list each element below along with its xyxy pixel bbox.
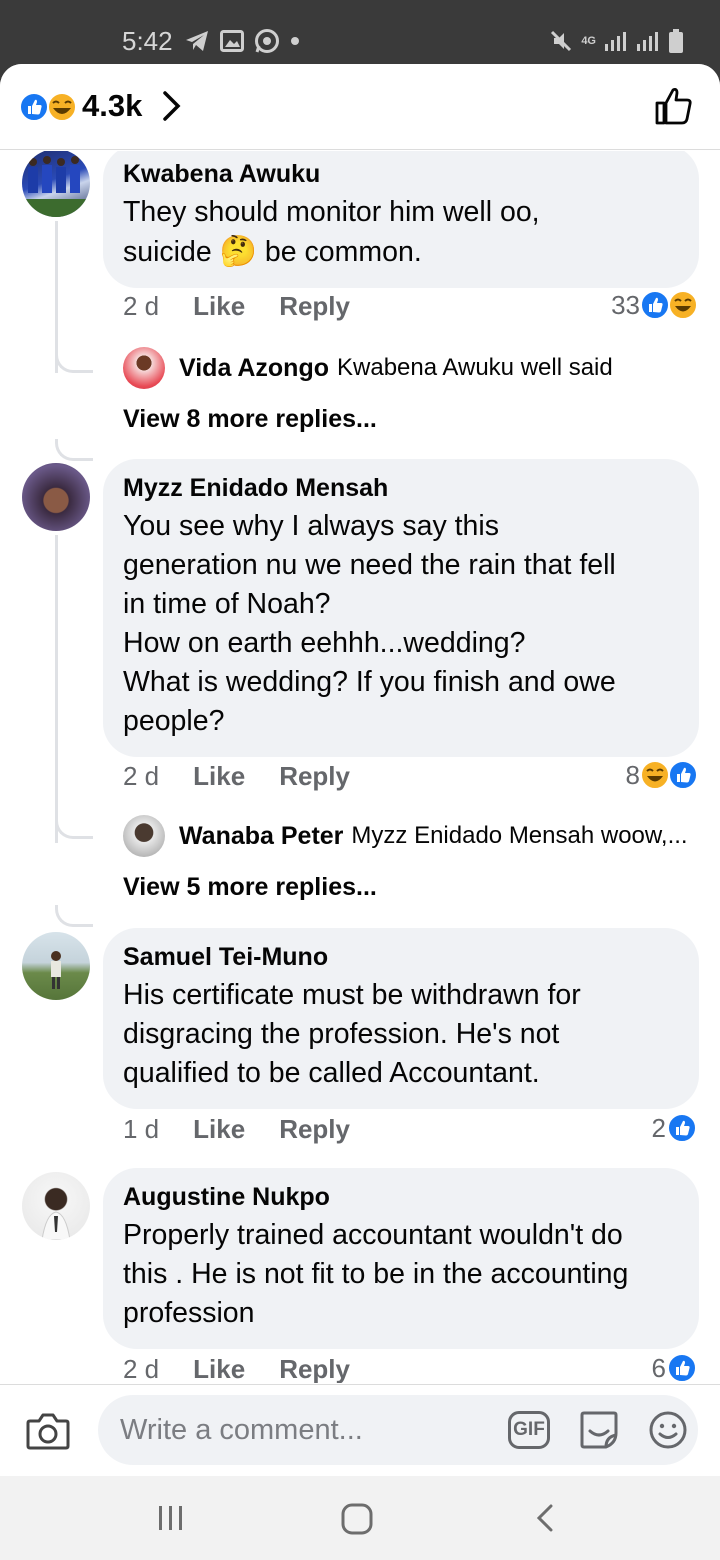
thread-connector [55,351,93,373]
comment-time: 2 d [123,291,160,321]
back-icon[interactable] [534,1502,556,1534]
comment-bubble[interactable]: Samuel Tei-Muno His certificate must be … [103,928,699,1109]
like-button[interactable]: Like [193,291,245,322]
like-haha-reaction-icons [640,290,698,320]
reply-preview[interactable]: Wanaba Peter Myzz Enidado Mensah woow,..… [123,815,688,857]
whatsapp-icon [255,29,279,53]
like-outline-icon[interactable] [654,86,694,126]
reply-button[interactable]: Reply [279,761,350,792]
avatar[interactable] [22,932,90,1000]
notification-dot-icon [291,37,299,45]
thread-connector [55,439,93,461]
comment-composer: GIF [0,1384,720,1476]
like-reaction-icon [667,1113,697,1143]
comment-text: Properly trained accountant wouldn't do … [123,1219,629,1329]
recent-apps-icon[interactable] [156,1502,186,1534]
like-button[interactable]: Like [193,1114,245,1145]
comment-reactions[interactable]: 6 [652,1352,698,1383]
view-more-replies[interactable]: View 5 more replies... [123,873,377,902]
avatar[interactable] [123,815,165,857]
view-more-replies[interactable]: View 8 more replies... [123,405,377,434]
reaction-count[interactable]: 4.3k [82,88,142,124]
signal-2-icon [637,32,658,51]
telegram-icon [186,31,208,51]
comment-author[interactable]: Samuel Tei-Muno [123,942,679,972]
avatar[interactable] [22,1172,90,1240]
reply-author[interactable]: Wanaba Peter [179,822,343,851]
comments-sheet: 4.3k Kwabena Awuku They should monitor h… [0,64,720,1476]
comments-list: Kwabena Awuku They should monitor him we… [0,151,720,1383]
avatar[interactable] [123,347,165,389]
comment-reactions[interactable]: 33 [611,289,698,321]
comment-reactions[interactable]: 2 [652,1112,698,1144]
camera-icon[interactable] [26,1411,70,1451]
comment-text: You see why I always say this generation… [123,510,616,737]
reaction-summary-icons [20,92,76,122]
like-button[interactable]: Like [193,761,245,792]
avatar[interactable] [22,463,90,531]
like-reaction-icon [667,1353,697,1383]
reply-button[interactable]: Reply [279,1354,350,1383]
gif-icon[interactable]: GIF [508,1411,550,1449]
comment-bubble[interactable]: Myzz Enidado Mensah You see why I always… [103,459,699,757]
gallery-icon [220,30,244,52]
comment-bubble[interactable]: Kwabena Awuku They should monitor him we… [103,151,699,288]
comment-author[interactable]: Kwabena Awuku [123,159,679,189]
comment-reactions[interactable]: 8 [626,759,698,791]
comment-bubble[interactable]: Augustine Nukpo Properly trained account… [103,1168,699,1349]
reply-button[interactable]: Reply [279,1114,350,1145]
comment-text: They should monitor him well oo, suicide… [123,196,540,268]
haha-like-reaction-icons [640,760,698,790]
comment-time: 2 d [123,761,160,791]
like-button[interactable]: Like [193,1354,245,1383]
thread-line [55,535,58,843]
system-nav-bar [0,1476,720,1560]
signal-icon [605,32,626,51]
reply-text: Myzz Enidado Mensah woow,... [351,822,688,849]
network-type: 4G [581,35,596,47]
thinking-emoji: 🤔 [219,235,257,268]
thread-connector [55,817,93,839]
reply-button[interactable]: Reply [279,291,350,322]
thread-connector [55,905,93,927]
battery-icon [669,29,683,53]
home-icon[interactable] [340,1502,374,1536]
reactions-header[interactable]: 4.3k [0,64,720,150]
sticker-icon[interactable] [578,1409,620,1451]
chevron-right-icon[interactable] [160,90,182,122]
mute-icon [551,30,572,52]
emoji-icon[interactable] [648,1410,688,1450]
reply-author[interactable]: Vida Azongo [179,354,329,383]
comment-author[interactable]: Augustine Nukpo [123,1182,679,1212]
reply-preview[interactable]: Vida Azongo Kwabena Awuku well said [123,347,613,389]
reply-text: Kwabena Awuku well said [337,354,613,381]
comment-time: 1 d [123,1114,160,1144]
comment-author[interactable]: Myzz Enidado Mensah [123,473,679,503]
comment-time: 2 d [123,1354,160,1383]
status-time: 5:42 [122,26,173,56]
avatar[interactable] [22,151,90,217]
comment-text: His certificate must be withdrawn for di… [123,979,581,1089]
